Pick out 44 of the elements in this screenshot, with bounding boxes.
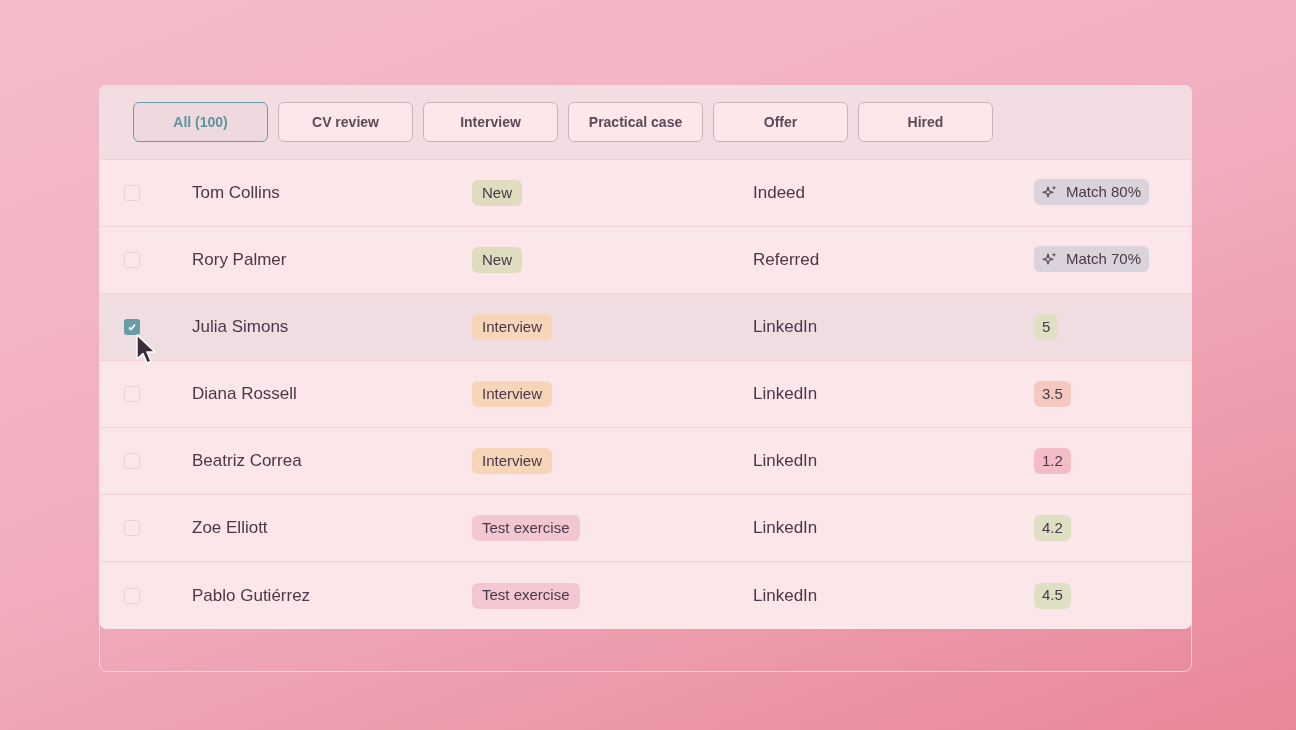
match-text: Match 80% [1066, 181, 1142, 202]
source-text: LinkedIn [753, 450, 819, 473]
source-text: Referred [753, 249, 821, 272]
sparkle-icon [1042, 251, 1058, 267]
source-text: LinkedIn [753, 517, 819, 540]
stage-tag: Test exercise [472, 582, 580, 609]
source-text: Indeed [753, 182, 806, 205]
sparkle-icon [1042, 184, 1058, 200]
mouse-cursor-icon [135, 334, 157, 366]
candidate-row[interactable]: Diana Rossell Interview LinkedIn 3.5 [99, 361, 1192, 428]
source-text: LinkedIn [753, 316, 819, 339]
source-text: LinkedIn [753, 383, 819, 406]
candidate-name: Julia Simons [192, 316, 290, 339]
candidate-name: Rory Palmer [192, 249, 288, 272]
source-text: LinkedIn [753, 584, 819, 607]
candidate-row[interactable]: Zoe Elliott Test exercise LinkedIn 4.2 [99, 495, 1192, 562]
filter-tab[interactable]: Interview [423, 102, 558, 142]
candidate-name: Diana Rossell [192, 383, 298, 406]
candidate-row[interactable]: Julia Simons Interview LinkedIn 5 [99, 294, 1192, 361]
candidate-name: Zoe Elliott [192, 517, 269, 540]
stage-tag: Interview [472, 314, 553, 340]
candidate-name: Pablo Gutiérrez [192, 584, 312, 607]
candidate-name: Tom Collins [192, 182, 281, 205]
stage-tag: New [472, 180, 522, 206]
rating-badge: 3.5 [1034, 381, 1071, 407]
match-text: Match 70% [1066, 248, 1142, 269]
stage-tag: Interview [472, 448, 553, 474]
filter-tab[interactable]: Offer [713, 102, 848, 142]
filter-tab[interactable]: Hired [858, 102, 993, 142]
filter-tab[interactable]: CV review [278, 102, 413, 142]
rating-badge: 4.5 [1034, 582, 1071, 609]
candidate-name: Beatriz Correa [192, 450, 303, 473]
filter-tab[interactable]: Practical case [568, 102, 703, 142]
row-checkbox[interactable] [124, 319, 140, 335]
rating-badge: 4.2 [1034, 515, 1071, 541]
candidate-row[interactable]: Beatriz Correa Interview LinkedIn 1.2 [99, 428, 1192, 495]
check-icon [127, 322, 137, 332]
rating-badge: 1.2 [1034, 448, 1071, 474]
stage-tag: New [472, 247, 522, 273]
candidate-row[interactable]: Tom Collins New Indeed Match 80% [99, 160, 1192, 227]
candidate-row[interactable]: Pablo Gutiérrez Test exercise LinkedIn 4.5 [99, 562, 1192, 629]
stage-tag: Interview [472, 381, 553, 407]
stage-tag: Test exercise [472, 515, 580, 541]
rating-badge: 5 [1034, 314, 1059, 340]
